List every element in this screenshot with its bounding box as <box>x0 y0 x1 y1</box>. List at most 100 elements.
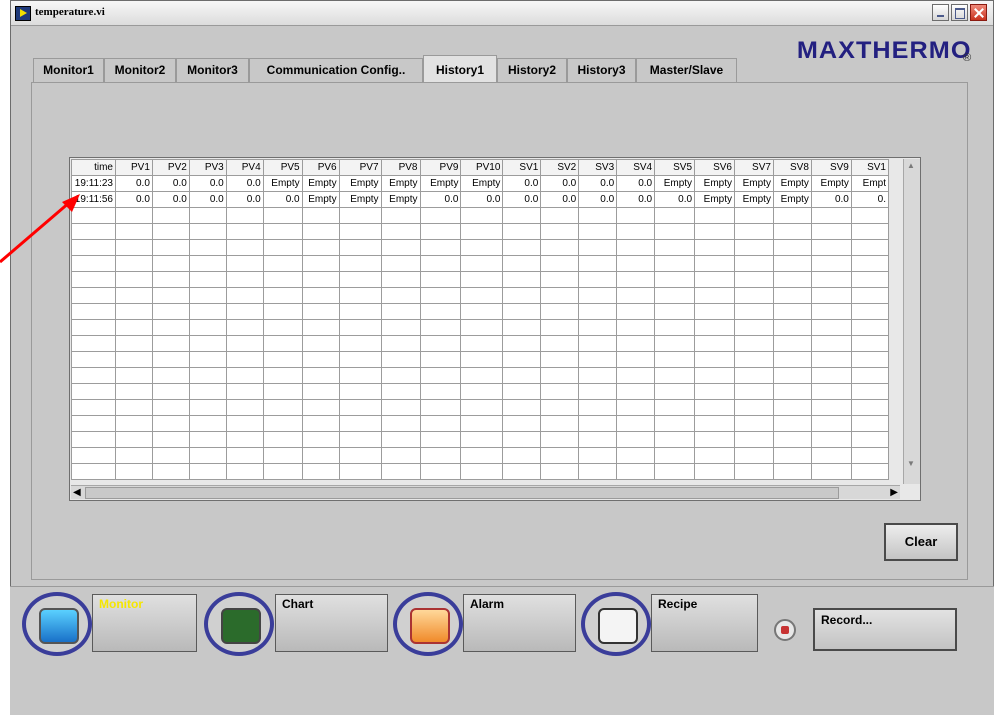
table-cell[interactable] <box>502 463 542 480</box>
table-cell[interactable] <box>850 383 889 400</box>
table-cell[interactable] <box>225 223 264 240</box>
table-cell[interactable] <box>460 319 504 336</box>
table-row[interactable] <box>71 223 889 240</box>
table-cell[interactable] <box>301 287 340 304</box>
table-cell[interactable] <box>151 399 190 416</box>
table-row[interactable] <box>71 367 889 384</box>
table-cell[interactable]: 0.0 <box>262 191 303 208</box>
table-cell[interactable] <box>419 463 462 480</box>
table-cell[interactable] <box>301 447 340 464</box>
table-cell[interactable] <box>616 287 656 304</box>
table-cell[interactable]: Empty <box>654 175 696 192</box>
table-cell[interactable] <box>734 319 774 336</box>
table-cell[interactable] <box>616 463 656 480</box>
table-cell[interactable] <box>694 319 735 336</box>
table-cell[interactable] <box>225 271 264 288</box>
scroll-left-icon[interactable]: ◀ <box>73 487 81 498</box>
table-cell[interactable] <box>262 319 303 336</box>
table-cell[interactable] <box>338 335 382 352</box>
table-row[interactable] <box>71 447 889 464</box>
table-cell[interactable] <box>114 463 153 480</box>
table-cell[interactable] <box>654 431 696 448</box>
table-cell[interactable]: 0.0 <box>151 175 190 192</box>
table-cell[interactable] <box>151 335 190 352</box>
table-cell[interactable]: Empty <box>419 175 462 192</box>
table-cell[interactable] <box>225 335 264 352</box>
table-cell[interactable] <box>502 207 542 224</box>
table-cell[interactable] <box>810 431 852 448</box>
table-cell[interactable] <box>734 271 774 288</box>
table-cell[interactable] <box>694 239 735 256</box>
table-cell[interactable] <box>540 383 580 400</box>
table-cell[interactable] <box>262 431 303 448</box>
table-cell[interactable] <box>616 399 656 416</box>
table-cell[interactable] <box>71 351 116 368</box>
table-cell[interactable] <box>810 287 852 304</box>
table-cell[interactable] <box>188 463 227 480</box>
table-cell[interactable] <box>460 303 504 320</box>
table-cell[interactable] <box>616 335 656 352</box>
table-cell[interactable] <box>225 399 264 416</box>
table-cell[interactable]: Empty <box>338 191 382 208</box>
table-cell[interactable] <box>540 287 580 304</box>
table-cell[interactable]: Empty <box>301 191 340 208</box>
horizontal-scroll-thumb[interactable] <box>85 487 839 499</box>
table-cell[interactable] <box>850 415 889 432</box>
table-cell[interactable] <box>188 399 227 416</box>
table-row[interactable] <box>71 383 889 400</box>
table-cell[interactable] <box>850 287 889 304</box>
table-cell[interactable] <box>616 255 656 272</box>
table-cell[interactable] <box>734 415 774 432</box>
table-cell[interactable] <box>616 223 656 240</box>
table-cell[interactable] <box>151 367 190 384</box>
table-cell[interactable] <box>301 255 340 272</box>
table-cell[interactable] <box>380 223 421 240</box>
table-cell[interactable] <box>578 207 618 224</box>
table-cell[interactable] <box>380 335 421 352</box>
table-cell[interactable] <box>460 399 504 416</box>
table-cell[interactable] <box>114 415 153 432</box>
table-cell[interactable] <box>460 447 504 464</box>
table-cell[interactable] <box>734 431 774 448</box>
table-cell[interactable] <box>262 271 303 288</box>
nav-recipe-button[interactable]: Recipe <box>651 594 758 652</box>
table-cell[interactable] <box>694 271 735 288</box>
table-cell[interactable] <box>578 463 618 480</box>
table-cell[interactable] <box>460 207 504 224</box>
table-cell[interactable] <box>734 447 774 464</box>
table-cell[interactable] <box>338 399 382 416</box>
table-cell[interactable] <box>734 463 774 480</box>
table-cell[interactable] <box>578 351 618 368</box>
table-row[interactable] <box>71 303 889 320</box>
table-cell[interactable] <box>850 335 889 352</box>
table-cell[interactable] <box>71 447 116 464</box>
table-cell[interactable] <box>151 351 190 368</box>
table-cell[interactable] <box>694 447 735 464</box>
table-cell[interactable] <box>262 223 303 240</box>
table-cell[interactable] <box>225 255 264 272</box>
table-cell[interactable] <box>188 351 227 368</box>
table-cell[interactable]: Empty <box>772 191 812 208</box>
table-cell[interactable] <box>540 415 580 432</box>
table-cell[interactable] <box>262 383 303 400</box>
table-cell[interactable] <box>188 335 227 352</box>
clear-button[interactable]: Clear <box>884 523 958 561</box>
table-cell[interactable] <box>734 255 774 272</box>
table-cell[interactable] <box>502 447 542 464</box>
table-cell[interactable] <box>502 319 542 336</box>
table-cell[interactable] <box>188 447 227 464</box>
table-cell[interactable] <box>694 383 735 400</box>
table-cell[interactable] <box>734 223 774 240</box>
table-cell[interactable] <box>850 239 889 256</box>
table-cell[interactable] <box>772 351 812 368</box>
table-cell[interactable] <box>188 287 227 304</box>
table-cell[interactable]: Empty <box>301 175 340 192</box>
table-cell[interactable] <box>502 431 542 448</box>
table-cell[interactable] <box>419 367 462 384</box>
table-cell[interactable] <box>850 271 889 288</box>
table-cell[interactable] <box>188 415 227 432</box>
record-button[interactable]: Record... <box>813 608 957 651</box>
table-cell[interactable] <box>654 367 696 384</box>
table-cell[interactable] <box>772 399 812 416</box>
table-cell[interactable] <box>262 287 303 304</box>
